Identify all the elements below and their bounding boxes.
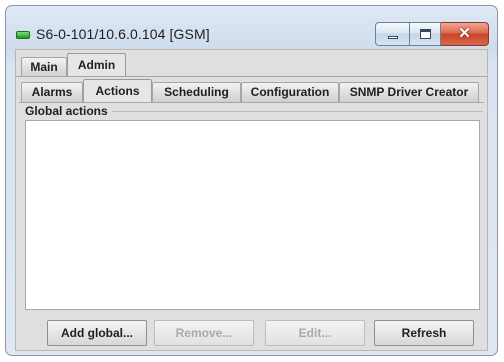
global-actions-label: Global actions (25, 104, 108, 118)
window-title: S6-0-101/10.6.0.104 [GSM] (36, 26, 210, 42)
app-window: S6-0-101/10.6.0.104 [GSM] ✕ Main Admin A… (5, 5, 498, 356)
window-controls: ✕ (375, 22, 489, 46)
remove-button[interactable]: Remove... (154, 320, 254, 346)
tab-alarms[interactable]: Alarms (21, 82, 83, 102)
global-actions-list[interactable] (25, 120, 480, 310)
maximize-icon (420, 29, 431, 39)
close-button[interactable]: ✕ (441, 22, 489, 46)
client-area: Main Admin Alarms Actions Scheduling Con… (15, 49, 488, 351)
tab-admin[interactable]: Admin (67, 53, 126, 77)
add-global-button[interactable]: Add global... (47, 320, 147, 346)
status-led-icon (16, 31, 30, 39)
edit-button[interactable]: Edit... (265, 320, 365, 346)
group-border (112, 111, 483, 112)
minimize-icon (388, 36, 398, 39)
subtab-divider (19, 102, 484, 103)
tab-divider (16, 76, 487, 77)
tab-configuration[interactable]: Configuration (241, 82, 339, 102)
close-icon: ✕ (458, 25, 471, 42)
tab-main[interactable]: Main (21, 57, 67, 77)
minimize-button[interactable] (375, 22, 409, 46)
maximize-button[interactable] (409, 22, 441, 46)
refresh-button[interactable]: Refresh (374, 320, 474, 346)
title-bar[interactable]: S6-0-101/10.6.0.104 [GSM] ✕ (6, 6, 497, 50)
tab-scheduling[interactable]: Scheduling (152, 82, 241, 102)
tab-snmp-driver-creator[interactable]: SNMP Driver Creator (339, 82, 479, 102)
tab-actions[interactable]: Actions (83, 79, 152, 103)
